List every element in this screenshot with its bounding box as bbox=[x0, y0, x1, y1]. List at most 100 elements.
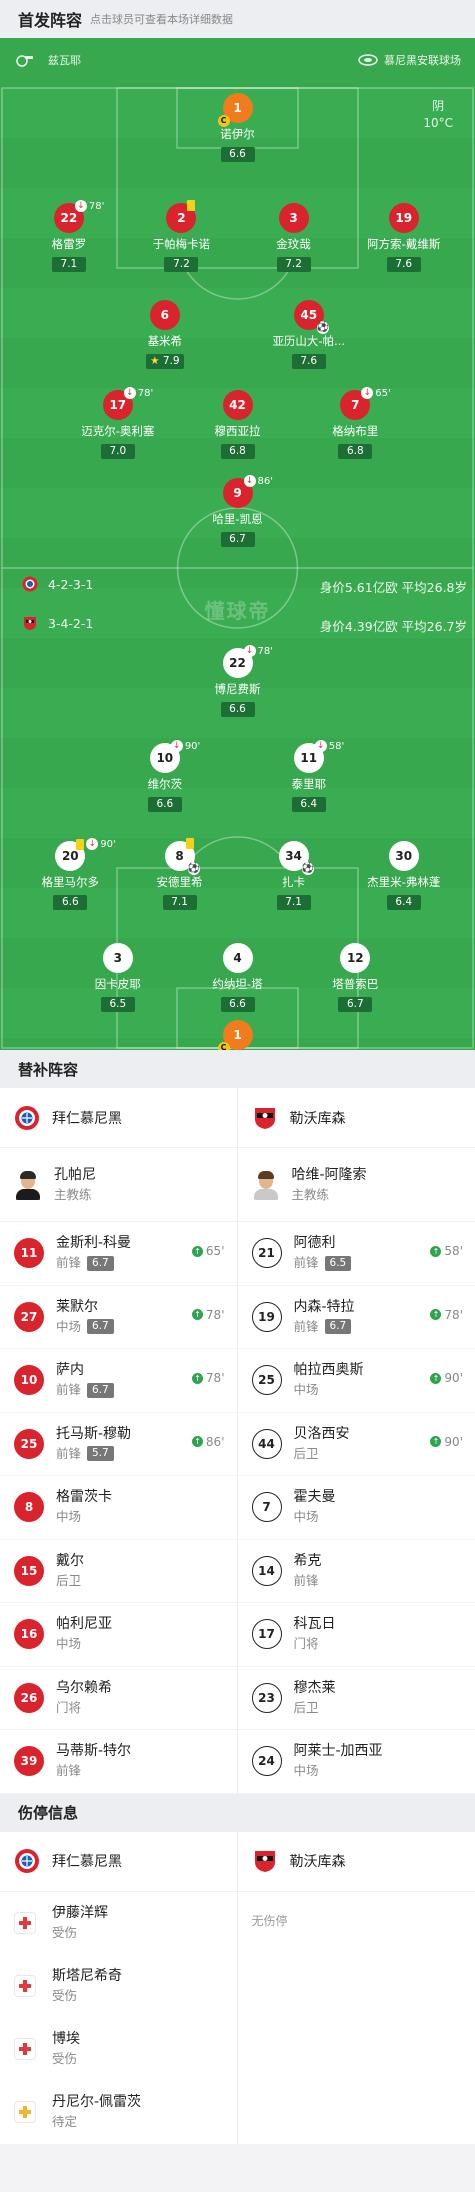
sub-player-position: 中场 bbox=[56, 1636, 82, 1652]
away-player[interactable]: 1C赫拉德茨基6.8 bbox=[183, 1020, 293, 1050]
sub-on-icon: ↑ bbox=[430, 1372, 442, 1384]
player-name: 格里马尔多 bbox=[41, 875, 100, 889]
sub-player-position: 前锋 bbox=[56, 1382, 82, 1398]
injured-player-name: 丹尼尔-佩雷茨 bbox=[52, 2094, 142, 2110]
player-rating: 6.8 bbox=[220, 444, 255, 459]
whistle-icon bbox=[16, 55, 33, 67]
home-player[interactable]: 42 穆西亚拉 6.8 bbox=[183, 390, 293, 459]
jersey-number: 3 bbox=[278, 203, 309, 233]
substitute-row[interactable]: 24 阿莱士-加西亚 中场 bbox=[237, 1730, 475, 1794]
lineup-title: 首发阵容 bbox=[18, 11, 83, 30]
away-player[interactable]: 10 ↓ 90' 维尔茨 6.6 bbox=[110, 740, 220, 812]
sub-off-icon: ↓ bbox=[243, 475, 256, 487]
event-badges bbox=[185, 838, 196, 849]
substitute-row[interactable]: 14 希克 前锋 bbox=[237, 1540, 475, 1603]
substitute-row[interactable]: 15 戴尔 后卫 bbox=[0, 1540, 237, 1603]
sub-jersey-number: 24 bbox=[251, 1746, 282, 1777]
injury-row[interactable]: 丹尼尔-佩雷茨 待定 bbox=[0, 2081, 237, 2144]
player-name: 亚历山大-帕... bbox=[272, 334, 346, 348]
sub-player-meta: 后卫 bbox=[294, 1444, 350, 1464]
subs-away-team[interactable]: 勒沃库森 bbox=[237, 1088, 475, 1148]
substitute-row[interactable]: 27 莱默尔 中场 6.7 ↑ 78' bbox=[0, 1286, 237, 1349]
player-rating: 7.6 bbox=[386, 257, 421, 272]
player-rating: 6.8 bbox=[338, 444, 373, 459]
home-formation: 4-2-3-1 bbox=[48, 577, 94, 592]
substitute-row[interactable]: 39 马蒂斯-特尔 前锋 bbox=[0, 1730, 237, 1794]
substitute-row[interactable]: 19 内森-特拉 前锋 6.7 ↑ 78' bbox=[237, 1286, 475, 1349]
bayern-crest-icon bbox=[15, 1849, 39, 1873]
subs-home-team[interactable]: 拜仁慕尼黑 bbox=[0, 1088, 237, 1148]
sub-jersey-number: 21 bbox=[251, 1238, 282, 1269]
sub-player-name: 穆杰莱 bbox=[293, 1679, 336, 1696]
away-player[interactable]: 20 ↓ 90' 格里马尔多 6.6 bbox=[15, 838, 125, 910]
player-rating: 6.6 bbox=[220, 702, 255, 717]
injuries-home-team[interactable]: 拜仁慕尼黑 bbox=[0, 1832, 237, 1892]
sub-player-name: 帕拉西奥斯 bbox=[293, 1362, 364, 1379]
injury-row[interactable]: 伊藤洋辉 受伤 bbox=[0, 1892, 237, 1955]
weather-condition: 阴 bbox=[432, 99, 445, 113]
away-player[interactable]: 30 杰里米-弗林蓬 6.4 bbox=[349, 841, 459, 910]
injury-row[interactable]: 博埃 受伤 bbox=[0, 2018, 237, 2081]
home-player[interactable]: 6 基米希 7.9 bbox=[110, 300, 220, 369]
injured-player-name: 博埃 bbox=[52, 2031, 80, 2047]
away-player[interactable]: 4 约纳坦-塔 6.6 bbox=[183, 943, 293, 1012]
sub-on-minute: 78' bbox=[205, 1371, 225, 1385]
sub-off-icon: ↓ bbox=[86, 838, 99, 850]
sub-off-minute: 78' bbox=[257, 645, 273, 657]
substitute-row[interactable]: 17 科瓦日 门将 bbox=[237, 1603, 475, 1667]
jersey-number: 1C bbox=[217, 1020, 253, 1050]
sub-player-position: 后卫 bbox=[293, 1445, 319, 1461]
injury-row[interactable]: 斯塔尼希奇 受伤 bbox=[0, 1955, 237, 2018]
home-player[interactable]: 22 ↓ 78' 格雷罗 7.1 bbox=[14, 200, 124, 272]
injured-player-name: 伊藤洋辉 bbox=[52, 1905, 108, 1921]
home-player[interactable]: 17 ↓ 78' 迈克尔-奥利塞 7.0 bbox=[63, 387, 173, 459]
substitute-row[interactable]: 26 乌尔赖希 门将 bbox=[0, 1667, 237, 1730]
player-rating: 7.9 bbox=[146, 354, 184, 369]
sub-on-icon: ↑ bbox=[430, 1436, 442, 1447]
away-coach[interactable]: 哈维-阿隆索 主教练 bbox=[237, 1148, 475, 1222]
injuries-away-team[interactable]: 勒沃库森 bbox=[237, 1832, 475, 1892]
home-player[interactable]: 19 阿方索-戴维斯 7.6 bbox=[349, 203, 459, 272]
home-coach[interactable]: 孔帕尼 主教练 bbox=[0, 1148, 237, 1222]
away-player[interactable]: 22 ↓ 78' 博尼费斯 6.6 bbox=[183, 645, 293, 717]
cross-horizontal bbox=[19, 2110, 31, 2114]
substitute-row[interactable]: 16 帕利尼亚 中场 bbox=[0, 1603, 237, 1667]
substitute-row[interactable]: 7 霍夫曼 中场 bbox=[237, 1476, 475, 1540]
sub-player-meta: 中场 bbox=[294, 1761, 383, 1781]
substitute-row[interactable]: 11 金斯利-科曼 前锋 6.7 ↑ 65' bbox=[0, 1222, 237, 1286]
sub-jersey-number: 16 bbox=[14, 1619, 44, 1650]
home-player[interactable]: 3 金玟哉 7.2 bbox=[239, 203, 349, 272]
injury-cross-icon bbox=[14, 1975, 36, 1997]
away-player[interactable]: 34 ⚽ 扎卡 7.1 bbox=[239, 841, 349, 910]
home-player[interactable]: 2 于帕梅卡诺 7.2 bbox=[126, 200, 236, 272]
sub-player-meta: 后卫 bbox=[294, 1698, 336, 1718]
home-player[interactable]: 7 ↓ 65' 格纳布里 6.8 bbox=[300, 387, 410, 459]
substitute-row[interactable]: 25 托马斯-穆勒 前锋 5.7 ↑ 86' bbox=[0, 1413, 237, 1476]
away-player[interactable]: 11 ↓ 58' 泰里耶 6.4 bbox=[254, 740, 364, 812]
away-player[interactable]: 12 塔普索巴 6.7 bbox=[300, 943, 410, 1012]
away-player[interactable]: 3 因卡皮耶 6.5 bbox=[63, 943, 173, 1012]
away-player[interactable]: 8 ⚽ 安德里希 7.1 bbox=[125, 838, 235, 910]
sub-player-position: 前锋 bbox=[293, 1255, 319, 1271]
substitute-row[interactable]: 8 格雷茨卡 中场 bbox=[0, 1476, 237, 1540]
substitute-row[interactable]: 23 穆杰莱 后卫 bbox=[237, 1667, 475, 1730]
substitute-row[interactable]: 21 阿德利 前锋 6.5 ↑ 58' bbox=[237, 1222, 475, 1286]
substitute-row[interactable]: 10 萨内 前锋 6.7 ↑ 78' bbox=[0, 1349, 237, 1413]
jersey-number: 12 bbox=[340, 943, 371, 973]
home-player[interactable]: 45 ⚽ 亚历山大-帕... 7.6 bbox=[254, 300, 364, 369]
substitute-row[interactable]: 25 帕拉西奥斯 中场 ↑ 90' bbox=[237, 1349, 475, 1413]
substitute-row[interactable]: 44 贝洛西安 后卫 ↑ 90' bbox=[237, 1413, 475, 1476]
injuries-table: 拜仁慕尼黑 伊藤洋辉 受伤 斯塔尼希奇 受伤 博埃 受伤 丹尼尔-佩雷茨 待定 勒沃库森 无伤… bbox=[0, 1831, 475, 2144]
sub-on-minute: 90' bbox=[444, 1434, 463, 1449]
sub-player-name: 贝洛西安 bbox=[293, 1425, 350, 1442]
away-formation-row: 3-4-2-1 身价4.39亿欧 平均26.7岁 bbox=[0, 614, 475, 634]
home-player[interactable]: 9 ↓ 86' 哈里-凯恩 6.7 bbox=[183, 475, 293, 547]
event-badges: ↓ 58' bbox=[314, 740, 344, 752]
sub-player-position: 中场 bbox=[56, 1509, 82, 1525]
event-badges: ↓ 78' bbox=[243, 645, 273, 657]
sub-on-minute: 90' bbox=[444, 1371, 463, 1385]
home-player[interactable]: 1 C 诺伊尔 6.6 bbox=[183, 93, 293, 162]
player-name: 格雷罗 bbox=[51, 237, 87, 251]
subs-title: 替补阵容 bbox=[18, 1060, 79, 1079]
sub-on-icon: ↑ bbox=[191, 1245, 203, 1257]
